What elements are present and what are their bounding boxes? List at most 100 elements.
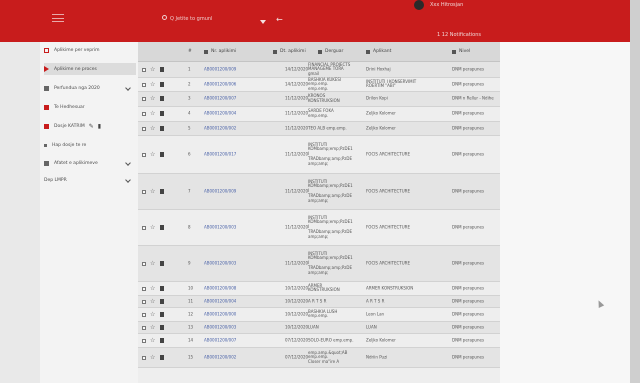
star-icon[interactable]: ☆ xyxy=(150,110,155,117)
level: DNM perapunes xyxy=(452,337,485,343)
sidebar-item-label: Aplikime per veprim xyxy=(54,47,100,53)
sidebar-item-hap-dosje[interactable]: Hap dosje te re xyxy=(44,139,136,151)
table-row[interactable]: ☆ 6 AB0001200/017 11/12/2020 INSTITUTI KOMba… xyxy=(138,136,500,174)
star-icon[interactable]: ☆ xyxy=(150,260,155,267)
table-row[interactable]: ☆ 8 AB0001200/003 11/12/2020 INSTITUTI KOMba… xyxy=(138,210,500,246)
sidebar-item-aplikime-ne-proces[interactable]: Aplikime ne proces xyxy=(44,63,136,75)
table-row[interactable]: ☆ 3 AB0001200/007 11/12/2020 KRONOS KONSTRUK… xyxy=(138,92,500,107)
star-icon[interactable]: ☆ xyxy=(150,311,155,318)
application-id-link[interactable]: AB0001200/002 xyxy=(204,354,236,360)
chevron-down-icon[interactable] xyxy=(125,177,131,183)
column-header-number[interactable]: # xyxy=(188,49,192,54)
sidebar-item-dep-lmpr[interactable]: Dep LMPR xyxy=(44,174,136,186)
row-checkbox[interactable] xyxy=(142,82,146,87)
application-id-link[interactable]: AB0001200/008 xyxy=(204,285,236,291)
application-id-link[interactable]: AB0001200/007 xyxy=(204,337,236,343)
person-icon xyxy=(160,285,164,291)
sidebar-item-perfundua[interactable]: Perfundua nga 2020 xyxy=(44,82,136,94)
star-icon[interactable]: ☆ xyxy=(150,324,155,331)
star-icon[interactable]: ☆ xyxy=(150,66,155,73)
menu-icon[interactable] xyxy=(52,14,64,22)
chevron-down-icon[interactable] xyxy=(125,160,131,166)
application-id-link[interactable]: AB0001200/002 xyxy=(204,125,236,131)
star-icon[interactable]: ☆ xyxy=(150,224,155,231)
application-id-link[interactable]: AB0001200/004 xyxy=(204,298,236,304)
sidebar-item-te-hedhesuar[interactable]: Te Hedhesuar xyxy=(44,101,136,113)
level: DNM perapunes xyxy=(452,125,485,131)
user-name[interactable]: Xxx Hitrosjan xyxy=(430,2,463,8)
row-checkbox[interactable] xyxy=(142,152,146,157)
application-id-link[interactable]: AB0001200/007 xyxy=(204,96,236,102)
row-number: 13 xyxy=(188,324,194,330)
chevron-down-icon[interactable] xyxy=(125,85,131,91)
person-icon xyxy=(160,111,164,116)
row-checkbox[interactable] xyxy=(142,312,146,317)
notifications-link[interactable]: 1 12 Notifications xyxy=(437,32,481,38)
row-checkbox[interactable] xyxy=(142,67,146,72)
star-icon[interactable]: ☆ xyxy=(150,151,155,158)
star-icon[interactable]: ☆ xyxy=(150,125,155,132)
table-row[interactable]: ☆ 14 AB0001200/007 07/12/2020 SOLO-EURO emp.… xyxy=(138,334,500,348)
application-id-link[interactable]: AB0001200/009 xyxy=(204,66,236,72)
table-row[interactable]: ☆ 15 AB0001200/002 07/12/2020 emp.amp.&quot;… xyxy=(138,348,500,368)
star-icon[interactable]: ☆ xyxy=(150,188,155,195)
sender: INSTITUTI KOMbamp;emp;PzDE1 I TRADbamp;a… xyxy=(308,141,353,166)
dropdown-arrow-icon[interactable] xyxy=(260,20,266,24)
application-id-link[interactable]: AB0001200/004 xyxy=(204,111,236,117)
applicant: INSTITUTI I KONSERVIMIT ROERTIM "ABI" xyxy=(366,78,417,89)
sidebar-item-afatet[interactable]: Afatet e aplikimeve xyxy=(44,157,136,169)
back-arrow-icon[interactable]: ← xyxy=(276,15,283,24)
sidebar-item-aplikime-per-veprim[interactable]: Aplikime per veprim xyxy=(44,44,136,56)
search-icon[interactable] xyxy=(162,15,167,20)
avatar[interactable] xyxy=(414,0,424,10)
star-icon[interactable]: ☆ xyxy=(150,337,155,344)
column-header-level[interactable]: Nivel xyxy=(452,49,470,54)
application-id-link[interactable]: AB0001200/000 xyxy=(204,311,236,317)
table-row[interactable]: ☆ 11 AB0001200/004 10/12/2020 A R T S RA R T… xyxy=(138,296,500,308)
row-checkbox[interactable] xyxy=(142,338,146,343)
table-row[interactable]: ☆ 7 AB0001200/009 11/12/2020 INSTITUTI KOMba… xyxy=(138,174,500,210)
application-id-link[interactable]: AB0001200/017 xyxy=(204,151,236,157)
person-icon xyxy=(160,354,164,360)
row-checkbox[interactable] xyxy=(142,261,146,266)
row-checkbox[interactable] xyxy=(142,112,146,116)
table-row[interactable]: ☆ 9 AB0001200/003 11/12/2020 INSTITUTI KOMba… xyxy=(138,246,500,282)
application-date: 07/12/2020 xyxy=(285,337,309,343)
search-input[interactable]: Q Jetite to gmunl xyxy=(170,16,212,22)
person-icon xyxy=(160,188,164,194)
application-id-link[interactable]: AB0001200/003 xyxy=(204,224,236,230)
table-row[interactable]: ☆ 5 AB0001200/002 11/12/2020 TEO ALB emp.emp… xyxy=(138,122,500,136)
edit-icon[interactable]: ✎ xyxy=(89,123,94,130)
table-row[interactable]: ☆ 10 AB0001200/008 10/12/2020 ARMER KONSTRUK… xyxy=(138,282,500,296)
star-icon[interactable]: ☆ xyxy=(150,354,155,361)
row-checkbox[interactable] xyxy=(142,225,146,230)
column-header-date[interactable]: Dt. aplikimi xyxy=(273,49,306,54)
table-row[interactable]: ☆ 12 AB0001200/000 10/12/2020 BASHKIA LUSH e… xyxy=(138,308,500,322)
application-id-link[interactable]: AB0001200/003 xyxy=(204,260,236,266)
row-checkbox[interactable] xyxy=(142,355,146,360)
application-id-link[interactable]: AB0001200/003 xyxy=(204,324,236,330)
application-id-link[interactable]: AB0001200/006 xyxy=(204,81,236,87)
level: DNM perapunes xyxy=(452,110,485,116)
row-checkbox[interactable] xyxy=(142,286,146,291)
application-id-link[interactable]: AB0001200/009 xyxy=(204,188,236,194)
table-row[interactable]: ☆ 2 AB0001200/006 14/12/2020 BASHKIA KUKESI … xyxy=(138,76,500,92)
row-checkbox[interactable] xyxy=(142,299,146,304)
star-icon[interactable]: ☆ xyxy=(150,81,155,88)
row-number: 12 xyxy=(188,311,194,317)
application-date: 07/12/2020 xyxy=(285,354,309,360)
table-row[interactable]: ☆ 4 AB0001200/004 11/12/2020 SARDE FOKA emp.… xyxy=(138,107,500,122)
delete-icon[interactable]: ▮ xyxy=(98,123,101,130)
sidebar-item-dosje-katrim[interactable]: Dosje KATRIM ✎ ▮ xyxy=(44,120,136,132)
column-header-applicant[interactable]: Aplikant xyxy=(366,49,391,54)
star-icon[interactable]: ☆ xyxy=(150,298,155,305)
row-checkbox[interactable] xyxy=(142,189,146,194)
table-row[interactable]: ☆ 13 AB0001200/003 10/12/2020 LUAN LUAN DNM pe… xyxy=(138,322,500,334)
row-checkbox[interactable] xyxy=(142,97,146,101)
star-icon[interactable]: ☆ xyxy=(150,285,155,292)
row-checkbox[interactable] xyxy=(142,325,146,330)
row-checkbox[interactable] xyxy=(142,126,146,131)
star-icon[interactable]: ☆ xyxy=(150,95,155,102)
column-header-sender[interactable]: Derguar xyxy=(318,49,343,54)
column-header-id[interactable]: Nr. aplikimi xyxy=(204,49,236,54)
